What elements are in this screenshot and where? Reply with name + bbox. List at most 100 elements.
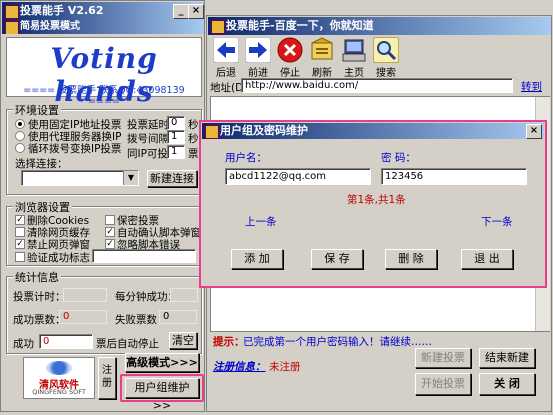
record-count: 第1条,共1条 xyxy=(347,194,406,206)
toolbar-back[interactable]: 后退 xyxy=(210,36,242,79)
reg-info-label: 注册信息： xyxy=(213,361,266,373)
stop-after-prefix: 成功 xyxy=(13,338,34,350)
username-input[interactable]: abcd1122@qq.com xyxy=(225,168,371,185)
radio-fixed-ip[interactable] xyxy=(15,119,25,129)
hint-label: 提示： xyxy=(213,336,245,348)
dial-unit: 秒 xyxy=(188,133,199,145)
main-window: 投票能手 V2.62 _ × 简易投票模式 Voting hands ==== … xyxy=(0,0,205,412)
browser-title-bar: 投票能手-百度一下，你就知道 xyxy=(208,17,551,35)
toolbar-home-label: 主页 xyxy=(344,68,364,79)
stop-icon xyxy=(277,37,303,63)
end-new-button[interactable]: 结束新建 xyxy=(479,348,535,368)
env-settings-group: 环境设置 使用固定IP地址投票 使用代理服务器换IP 循环拨号变换IP投票 投票… xyxy=(6,102,202,195)
connection-select[interactable]: ▼ xyxy=(21,170,139,186)
dialog-icon xyxy=(205,125,219,139)
save-user-button[interactable]: 保 存 xyxy=(311,249,363,269)
username-label: 用户名： xyxy=(225,152,267,164)
dialog-title-bar: 用户组及密码维护 × xyxy=(202,123,544,139)
forward-arrow-icon xyxy=(245,37,271,63)
timer-value xyxy=(63,288,107,302)
prev-record-link[interactable]: 上一条 xyxy=(245,214,277,229)
checkbox-clear-cache[interactable] xyxy=(15,227,25,237)
toolbar-refresh[interactable]: 刷新 xyxy=(306,36,338,79)
main-title-bar: 投票能手 V2.62 _ × xyxy=(2,2,204,20)
register-button[interactable]: 注 册 xyxy=(98,357,116,399)
stop-after-input[interactable]: 0 xyxy=(39,334,93,349)
toolbar-stop-label: 停止 xyxy=(280,68,300,79)
checkbox-delete-cookies[interactable]: ✓ xyxy=(15,215,25,225)
go-link[interactable]: 转到 xyxy=(521,79,542,94)
success-flag-input[interactable] xyxy=(92,249,196,263)
checkbox-success-flag[interactable] xyxy=(15,252,25,262)
company-logo-sub: QINGFENG SOFT xyxy=(32,388,86,396)
stats-legend: 统计信息 xyxy=(13,269,61,285)
toolbar-forward[interactable]: 前进 xyxy=(242,36,274,79)
exit-dialog-button[interactable]: 退 出 xyxy=(461,249,513,269)
next-record-link[interactable]: 下一条 xyxy=(481,214,513,229)
search-icon xyxy=(373,37,399,63)
new-vote-button[interactable]: 新建投票 xyxy=(415,348,471,368)
checkbox-ignore-errors[interactable]: ✓ xyxy=(105,239,115,249)
select-connection-label: 选择连接： xyxy=(15,158,68,170)
toolbar-forward-label: 前进 xyxy=(248,68,268,79)
success-count-value: 0 xyxy=(59,310,107,324)
stop-after-label: 票后自动停止 xyxy=(96,338,159,350)
same-ip-label: 同IP可投 xyxy=(127,148,168,160)
radio-dialup[interactable] xyxy=(15,143,25,153)
fail-count-value: 0 xyxy=(159,310,197,324)
timer-label: 投票计时： xyxy=(13,291,66,303)
dial-input[interactable]: 1 xyxy=(167,130,185,144)
toolbar-stop[interactable]: 停止 xyxy=(274,36,306,79)
refresh-icon xyxy=(311,37,333,60)
close-window-button[interactable]: × xyxy=(188,4,204,19)
company-logo: 清风软件 QINGFENG SOFT xyxy=(23,357,95,399)
back-arrow-icon xyxy=(213,37,239,63)
delete-user-button[interactable]: 删 除 xyxy=(385,249,437,269)
user-group-highlight xyxy=(120,374,204,402)
checkbox-auto-confirm[interactable]: ✓ xyxy=(105,227,115,237)
dialog-close-button[interactable]: × xyxy=(526,124,542,139)
browser-app-icon xyxy=(211,20,225,34)
advanced-mode-button[interactable]: 高级模式>>> xyxy=(125,353,199,372)
password-input[interactable]: 123456 xyxy=(381,168,527,185)
logo-area: Voting hands ==== 投票能手 联系QQ:43098139 ===… xyxy=(6,37,202,108)
minimize-button[interactable]: _ xyxy=(173,4,189,19)
checkbox-secret-vote[interactable] xyxy=(105,215,115,225)
new-connection-button[interactable]: 新建连接 xyxy=(147,170,197,187)
app-icon xyxy=(5,5,19,19)
browser-window-title: 投票能手-百度一下，你就知道 xyxy=(226,19,374,32)
success-count-label: 成功票数： xyxy=(13,314,66,326)
mode-title: 简易投票模式 xyxy=(20,21,80,32)
chevron-down-icon[interactable]: ▼ xyxy=(123,171,138,185)
home-icon xyxy=(342,39,366,62)
delay-label: 投票延时 xyxy=(127,119,169,131)
dialog-title: 用户组及密码维护 xyxy=(220,124,308,137)
company-logo-icon xyxy=(46,361,72,375)
close-button[interactable]: 关 闭 xyxy=(479,373,535,395)
env-settings-legend: 环境设置 xyxy=(13,102,61,118)
mode-icon xyxy=(5,21,19,34)
checkbox-block-popups[interactable]: ✓ xyxy=(15,239,25,249)
per-min-label: 每分钟成功： xyxy=(115,291,178,303)
mode-title-bar: 简易投票模式 xyxy=(2,20,204,34)
address-input[interactable]: http://www.baidu.com/ xyxy=(241,78,513,93)
radio-proxy[interactable] xyxy=(15,131,25,141)
delay-unit: 秒 xyxy=(188,119,199,131)
browser-toolbar: 后退 前进 停止 刷新 主页 搜索 xyxy=(208,36,551,79)
start-vote-button[interactable]: 开始投票 xyxy=(415,373,471,395)
success-flag-label: 验证成功标志： xyxy=(27,252,101,264)
main-window-title: 投票能手 V2.62 xyxy=(20,4,104,17)
toolbar-back-label: 后退 xyxy=(216,68,236,79)
toolbar-search[interactable]: 搜索 xyxy=(370,36,402,79)
clear-stats-button[interactable]: 清空 xyxy=(169,332,197,349)
toolbar-home[interactable]: 主页 xyxy=(338,36,370,79)
user-group-dialog: 用户组及密码维护 × 用户名： 密 码： abcd1122@qq.com 123… xyxy=(199,120,547,288)
add-user-button[interactable]: 添 加 xyxy=(231,249,283,269)
radio-dialup-label: 循环拨号变换IP投票 xyxy=(28,143,122,155)
password-label: 密 码： xyxy=(381,152,416,164)
delay-input[interactable]: 0 xyxy=(167,116,185,130)
dial-label: 拨号间隔 xyxy=(127,133,169,145)
hint-text: 已完成第一个用户密码输入！请继续…… xyxy=(243,336,432,348)
reg-info-value: 未注册 xyxy=(269,361,301,373)
same-ip-input[interactable]: 1 xyxy=(167,145,185,159)
